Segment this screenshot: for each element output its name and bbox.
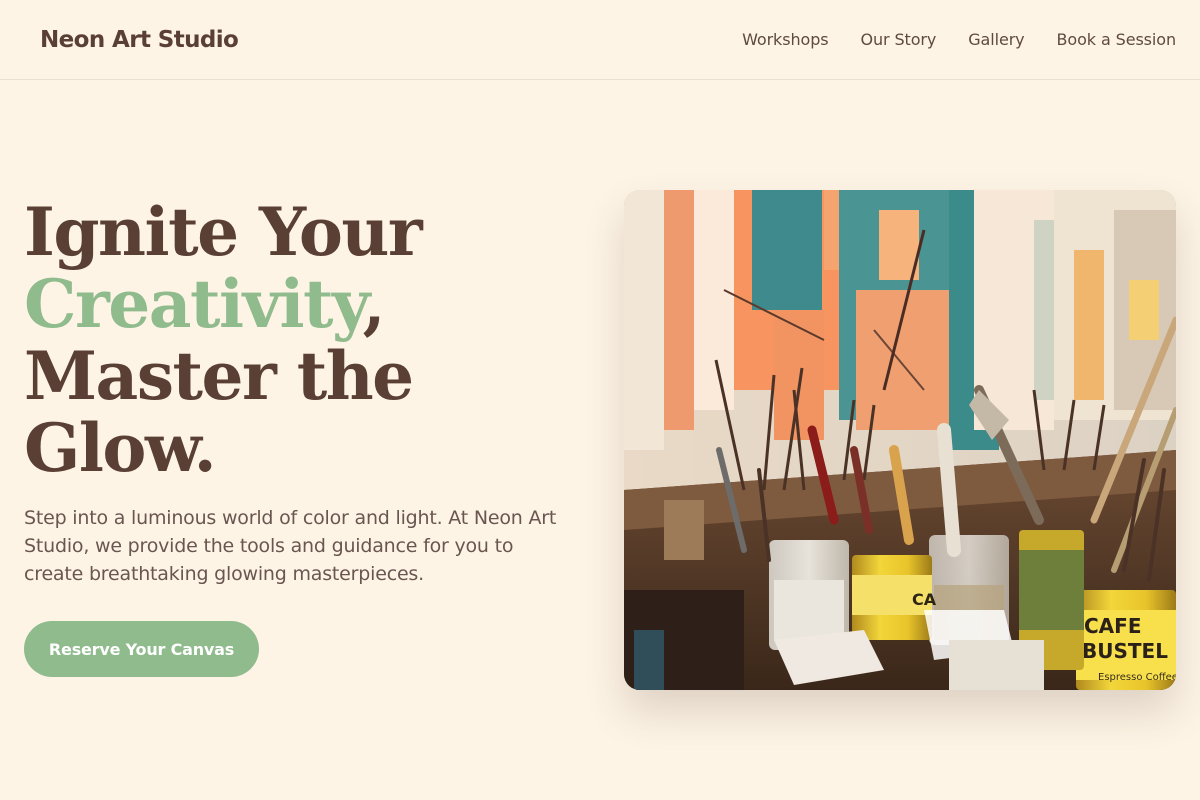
can-label-1: CAFE [1084,614,1141,638]
nav-gallery[interactable]: Gallery [968,30,1024,49]
site-header: Neon Art Studio Workshops Our Story Gall… [0,0,1200,80]
main-nav: Workshops Our Story Gallery Book a Sessi… [742,30,1176,49]
hero-title-comma: , [362,265,386,343]
nav-workshops[interactable]: Workshops [742,30,828,49]
hero-description: Step into a luminous world of color and … [24,507,557,585]
nav-our-story[interactable]: Our Story [860,30,936,49]
hero-image: CA CAFE BUSTEL Espresso Coffee [624,190,1176,690]
hero-section: Ignite Your Creativity, Master the Glow.… [24,196,584,677]
reserve-canvas-button[interactable]: Reserve Your Canvas [24,621,259,677]
hero-title-line-2: Creativity, [24,268,584,340]
can-label-2: BUSTEL [1082,639,1168,663]
can-label-3: Espresso Coffee [1098,672,1176,683]
art-supplies-photo: CA CAFE BUSTEL Espresso Coffee [624,190,1176,690]
brand-logo[interactable]: Neon Art Studio [40,27,239,53]
hero-title-line-3: Master the [24,337,414,415]
nav-book-session[interactable]: Book a Session [1057,30,1177,49]
hero-title-line-4: Glow. [24,409,217,487]
can-label-left: CA [912,590,937,609]
hero-title: Ignite Your Creativity, Master the Glow. [24,196,584,484]
hero-title-accent: Creativity [24,265,364,343]
hero-title-line-1: Ignite Your [24,193,423,271]
